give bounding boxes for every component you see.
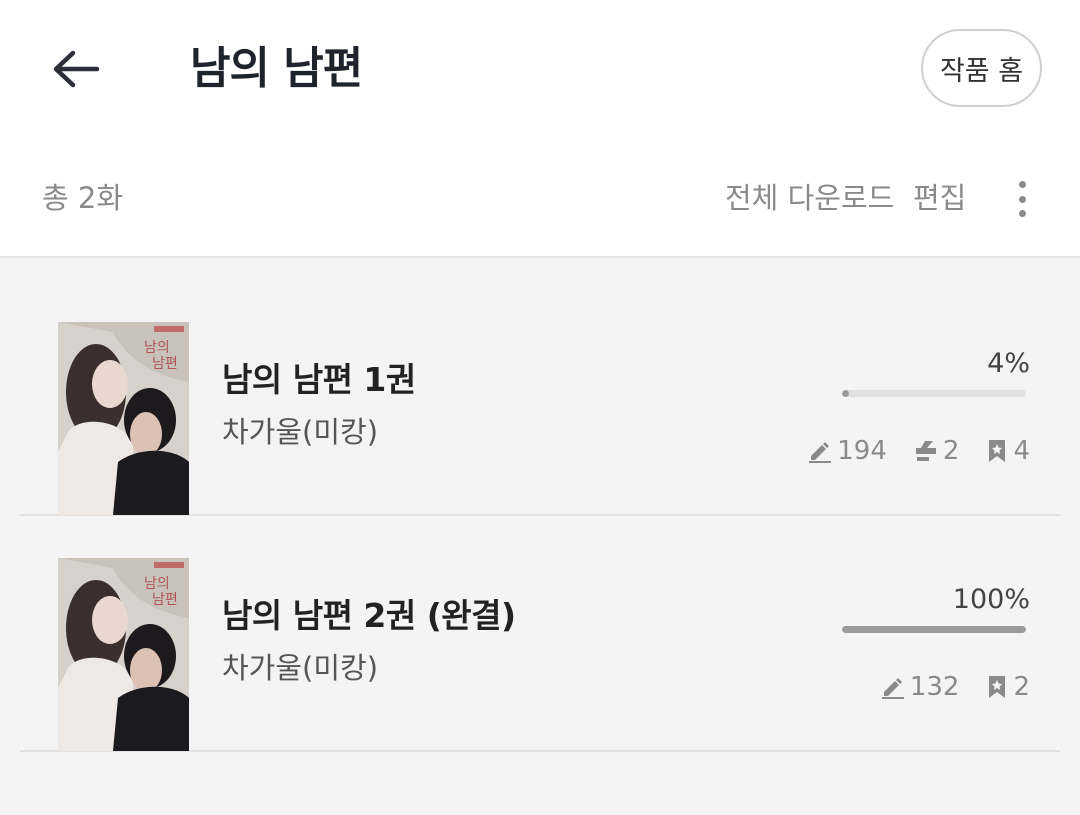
svg-text:남편: 남편 [152,356,178,372]
episode-count: 총 2화 [42,181,124,215]
highlight-icon [915,441,936,461]
progress-label: 4% [987,348,1030,379]
volume-author: 차가울(미캉) [222,415,379,449]
bookmarks-count: 4 [1013,436,1030,466]
progress-fill [842,390,850,397]
list-toolbar: 총 2화 전체 다운로드 편집 [0,138,1080,258]
series-home-button[interactable]: 작품 홈 [921,29,1042,107]
pencil-icon [881,678,904,699]
list-item[interactable]: 남의 남편 남의 남편 1권 차가울(미캉) 4% 194 2 4 [20,280,1060,516]
progress-bar [842,626,1026,633]
progress-label: 100% [952,584,1030,615]
top-bar: 남의 남편 작품 홈 [0,0,1080,138]
svg-text:남의: 남의 [144,576,170,592]
notes-stat: 132 [880,672,960,702]
back-arrow-icon [53,50,99,88]
volume-title: 남의 남편 2권 (완결) [222,596,516,635]
svg-text:남의: 남의 [144,340,170,356]
bookmark-icon [989,440,1006,462]
volume-author: 차가울(미캉) [222,651,379,685]
volume-stats: 194 2 4 [807,436,1030,466]
more-vert-icon[interactable] [1002,176,1042,222]
progress-bar [842,390,1026,397]
bookmarks-stat: 2 [985,672,1030,702]
page-title: 남의 남편 [190,43,363,94]
book-cover: 남의 남편 [58,322,189,515]
edit-button[interactable]: 편집 [913,178,966,218]
notes-count: 194 [837,436,887,466]
notes-stat: 194 [807,436,887,466]
progress-fill [842,626,1026,633]
bookmarks-stat: 4 [985,436,1030,466]
bookmarks-count: 2 [1013,672,1030,702]
volume-stats: 132 2 [880,672,1030,702]
svg-text:남편: 남편 [152,592,178,608]
list-item[interactable]: 남의 남편 남의 남편 2권 (완결) 차가울(미캉) 100% 132 2 [20,516,1060,752]
bookmark-icon [989,676,1006,698]
highlights-stat: 2 [913,436,960,466]
volume-title: 남의 남편 1권 [222,360,416,399]
back-button[interactable] [44,38,106,100]
book-cover: 남의 남편 [58,558,189,751]
pencil-icon [809,442,832,463]
highlights-count: 2 [942,436,960,466]
download-all-button[interactable]: 전체 다운로드 [725,178,894,218]
notes-count: 132 [909,672,960,702]
